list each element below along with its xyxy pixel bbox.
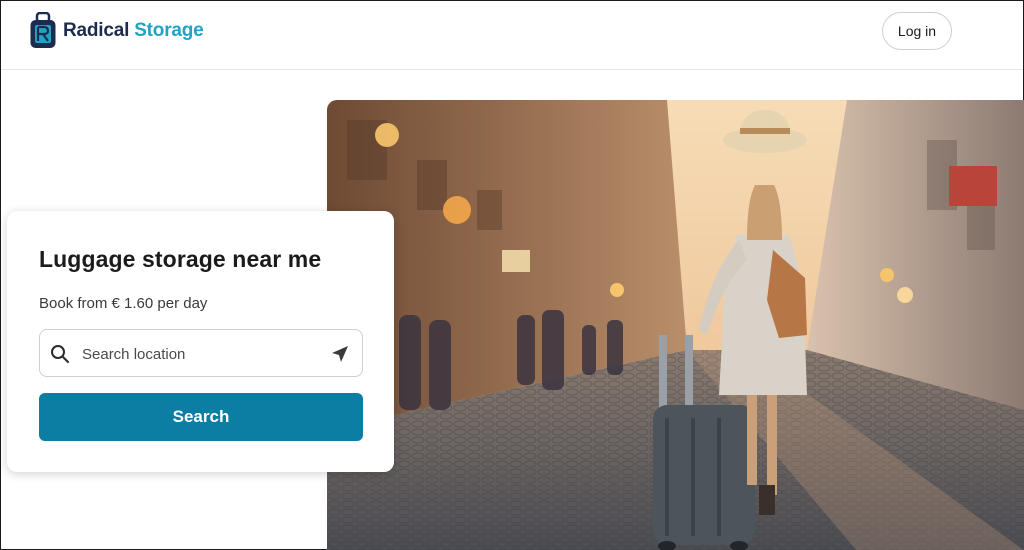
search-location-input[interactable]: [82, 340, 322, 368]
login-button[interactable]: Log in: [882, 12, 952, 50]
search-card: Luggage storage near me Book from € 1.60…: [7, 211, 394, 472]
suitcase-logo-icon: [30, 12, 56, 48]
hero-image: [327, 100, 1024, 550]
page-title: Luggage storage near me: [39, 246, 322, 272]
search-icon: [51, 345, 69, 363]
brand-name-word2: Storage: [134, 20, 204, 41]
hero-street-photo: [327, 100, 1024, 550]
brand-name-word1: Radical: [63, 20, 130, 41]
brand-name: Radical Storage: [63, 20, 204, 42]
top-header: Radical Storage Log in: [1, 1, 1023, 70]
brand-logo[interactable]: Radical Storage: [29, 11, 204, 51]
search-button[interactable]: Search: [39, 393, 363, 441]
location-search-field[interactable]: [39, 329, 363, 377]
price-subtitle: Book from € 1.60 per day: [39, 295, 208, 312]
navigation-arrow-icon[interactable]: [330, 344, 350, 364]
